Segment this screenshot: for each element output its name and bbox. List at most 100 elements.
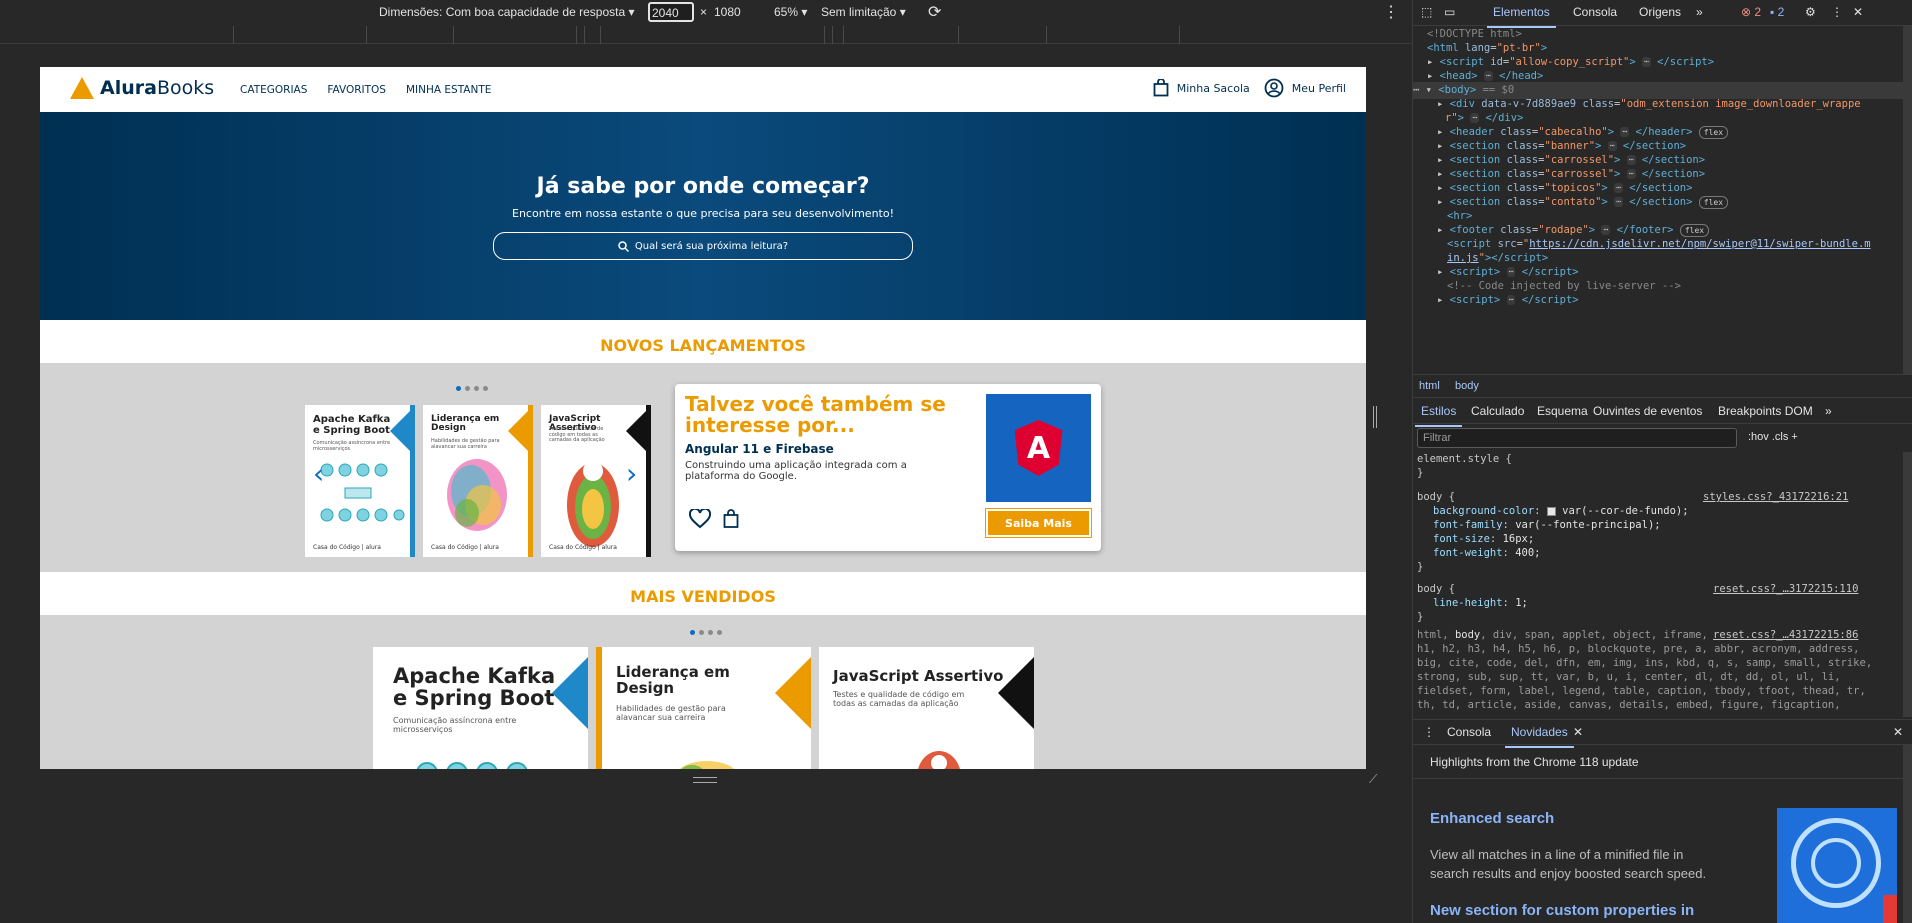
dom-tree[interactable]: <!DOCTYPE html> <html lang="pt-br"> ▸ <s… — [1413, 26, 1903, 374]
nav-minha-estante[interactable]: MINHA ESTANTE — [406, 84, 491, 96]
carousel-prev-icon[interactable]: ‹ — [313, 457, 324, 490]
styles-filter-input[interactable]: Filtrar — [1417, 428, 1737, 448]
close-drawer-icon[interactable]: ✕ — [1893, 725, 1903, 739]
rule-prop[interactable]: font-family: var(--fonte-principal); — [1433, 518, 1661, 532]
ruler-segment[interactable] — [366, 26, 367, 44]
error-badge[interactable]: ⊗ 2 — [1741, 5, 1761, 19]
rule-source[interactable]: reset.css?_…3172215:110 — [1713, 582, 1858, 596]
tab-consola[interactable]: Consola — [1573, 5, 1617, 19]
rotate-icon[interactable]: ⟳ — [928, 2, 941, 22]
saiba-mais-button[interactable]: Saiba Mais — [985, 508, 1092, 538]
tab-elementos[interactable]: Elementos — [1487, 5, 1556, 28]
more-options-icon[interactable]: ⋮ — [1831, 5, 1843, 19]
drawer-tab-consola[interactable]: Consola — [1447, 725, 1491, 739]
rule-prop[interactable]: font-size: 16px; — [1433, 532, 1534, 546]
ruler-segment[interactable] — [576, 26, 577, 44]
book-cover-kafka-large[interactable]: Apache Kafka e Spring Boot Comunicação a… — [373, 647, 588, 769]
dom-scrollbar[interactable] — [1903, 26, 1912, 374]
ruler-segment[interactable] — [832, 26, 833, 44]
ruler-segment[interactable] — [233, 26, 234, 44]
device-toggle-icon[interactable]: ▭ — [1444, 5, 1455, 19]
book-cover-javascript-large[interactable]: JavaScript Assertivo Testes e qualidade … — [819, 647, 1034, 769]
rule-selector[interactable]: body { — [1417, 490, 1455, 504]
viewport-height-handle[interactable] — [693, 777, 717, 783]
ruler-segment[interactable] — [453, 26, 454, 44]
tab-esquema[interactable]: Esquema — [1537, 404, 1588, 418]
ruler-segment[interactable] — [600, 26, 601, 44]
close-devtools-icon[interactable]: ✕ — [1853, 5, 1863, 19]
shopping-bag-icon[interactable] — [723, 509, 739, 529]
pagination-dot[interactable] — [474, 386, 479, 391]
rule-selector[interactable]: body { — [1417, 582, 1455, 596]
styles-filter-tools[interactable]: :hov .cls + — [1748, 431, 1798, 443]
bag-link[interactable]: Minha Sacola — [1153, 79, 1250, 97]
search-icon — [618, 240, 629, 252]
ruler-segment[interactable] — [584, 26, 585, 44]
book-cover-lideranca-large[interactable]: Liderança em Design Habilidades de gestã… — [596, 647, 811, 769]
rule-prop[interactable]: font-weight: 400; — [1433, 546, 1541, 560]
width-input[interactable]: 2040 — [648, 2, 694, 22]
pagination-dot[interactable] — [690, 630, 695, 635]
tab-estilos[interactable]: Estilos — [1414, 404, 1463, 427]
whats-new-scrollbar[interactable] — [1903, 745, 1912, 923]
nav-favoritos[interactable]: FAVORITOS — [327, 84, 386, 96]
ruler-segment[interactable] — [1046, 26, 1047, 44]
height-input[interactable]: 1080 — [714, 5, 741, 19]
tab-origens[interactable]: Origens — [1639, 5, 1681, 19]
styles-rules[interactable]: element.style { } body { styles.css?_431… — [1413, 452, 1903, 717]
zoom-dropdown[interactable]: 65% ▾ — [774, 5, 807, 19]
book-cover-lideranca[interactable]: Liderança em Design Habilidades de gestã… — [423, 405, 533, 557]
ruler-segment[interactable] — [958, 26, 959, 44]
section-title-novos: NOVOS LANÇAMENTOS — [600, 336, 806, 355]
throttle-dropdown[interactable]: Sem limitação ▾ — [821, 5, 906, 19]
shopping-bag-icon — [1153, 79, 1169, 97]
profile-link[interactable]: Meu Perfil — [1264, 78, 1346, 98]
pagination-dot[interactable] — [699, 630, 704, 635]
rule-prop[interactable]: background-color: var(--cor-de-fundo); — [1433, 504, 1689, 518]
dom-node[interactable]: ▸ <section class="contato"> ⋯ </section>… — [1437, 194, 1729, 211]
close-tab-icon[interactable]: ✕ — [1573, 725, 1583, 739]
breadcrumb-body[interactable]: body — [1455, 380, 1479, 392]
search-input[interactable]: Qual será sua próxima leitura? — [493, 232, 913, 260]
more-tabs-icon[interactable]: » — [1825, 404, 1832, 418]
message-badge[interactable]: ▪ 2 — [1770, 5, 1784, 19]
ruler-segment[interactable] — [843, 26, 844, 44]
tab-breakpoints[interactable]: Breakpoints DOM — [1718, 404, 1813, 418]
ruler-segment[interactable] — [824, 26, 825, 44]
whats-new-heading-link[interactable]: Enhanced search — [1430, 810, 1554, 827]
carousel-next-icon[interactable]: › — [626, 457, 637, 490]
site-logo[interactable]: AluraBooks — [70, 77, 214, 99]
pagination-dot[interactable] — [708, 630, 713, 635]
ruler-segment[interactable] — [1179, 26, 1180, 44]
logo-icon — [70, 77, 94, 99]
drawer-menu-icon[interactable]: ⋮ — [1423, 725, 1435, 739]
nav-categorias[interactable]: CATEGORIAS — [240, 84, 307, 96]
more-options-icon[interactable]: ⋮ — [1383, 2, 1399, 22]
viewport-resize-handle[interactable] — [1373, 406, 1377, 428]
rule-selector[interactable]: element.style { — [1417, 452, 1512, 466]
device-viewport: AluraBooks CATEGORIAS FAVORITOS MINHA ES… — [40, 67, 1366, 769]
rule-prop[interactable]: line-height: 1; — [1433, 596, 1528, 610]
tab-ouvintes[interactable]: Ouvintes de eventos — [1593, 404, 1702, 418]
drawer-tab-novidades[interactable]: Novidades — [1505, 725, 1574, 748]
profile-label: Meu Perfil — [1291, 81, 1346, 95]
rule-selector[interactable]: html, body, div, span, applet, object, i… — [1417, 628, 1708, 642]
viewport-corner-handle[interactable]: ⟋ — [1369, 772, 1377, 787]
dimensions-dropdown[interactable]: Dimensões: Com boa capacidade de respost… — [379, 5, 635, 19]
more-tabs-icon[interactable]: » — [1696, 5, 1703, 19]
pagination-dot[interactable] — [483, 386, 488, 391]
whats-new-heading-link[interactable]: New section for custom properties in — [1430, 902, 1694, 919]
tab-calculado[interactable]: Calculado — [1471, 404, 1524, 418]
pagination-dot[interactable] — [465, 386, 470, 391]
inspect-icon[interactable]: ⬚ — [1421, 5, 1432, 19]
styles-scrollbar[interactable] — [1903, 452, 1912, 717]
rule-source[interactable]: reset.css?_…43172215:86 — [1713, 628, 1858, 642]
rule-source[interactable]: styles.css?_43172216:21 — [1703, 490, 1848, 504]
dom-node[interactable]: ▸ <script> ⋯ </script> — [1437, 292, 1579, 309]
pagination-dot[interactable] — [456, 386, 461, 391]
media-query-ruler[interactable] — [0, 26, 1412, 44]
pagination-dot[interactable] — [717, 630, 722, 635]
heart-icon[interactable] — [689, 509, 711, 529]
breadcrumb-html[interactable]: html — [1419, 380, 1440, 392]
settings-gear-icon[interactable]: ⚙ — [1805, 5, 1816, 19]
